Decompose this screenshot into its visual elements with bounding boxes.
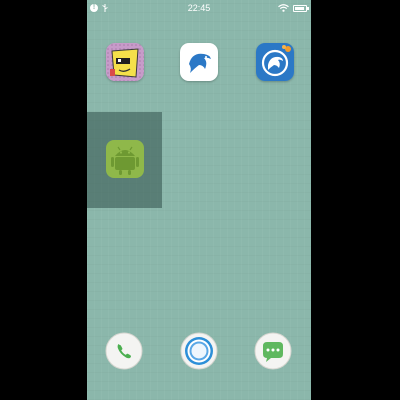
android-app-tile[interactable]: [87, 112, 162, 208]
chat-bubble-icon: [254, 332, 292, 370]
dolphin-blue-icon: [256, 43, 294, 81]
dolphin-browser[interactable]: [180, 43, 218, 81]
home-dock-button[interactable]: [180, 332, 218, 370]
wifi-icon: [278, 4, 289, 12]
phone-dock-button[interactable]: [105, 332, 143, 370]
messages-dock-button[interactable]: [254, 332, 292, 370]
cartoon-app[interactable]: [106, 43, 144, 81]
status-bar: ! 22:45: [87, 0, 311, 16]
battery-icon: [293, 4, 309, 12]
cartoon-face-icon: [106, 43, 144, 81]
home-circle-icon: [180, 332, 218, 370]
android-robot-icon: [106, 140, 144, 178]
phone-screen: ! 22:45: [87, 0, 311, 400]
dolphin-browser-alt[interactable]: [256, 43, 294, 81]
dolphin-icon: [180, 43, 218, 81]
battery-fill: [295, 6, 304, 10]
status-right: [278, 0, 309, 16]
phone-icon: [105, 332, 143, 370]
